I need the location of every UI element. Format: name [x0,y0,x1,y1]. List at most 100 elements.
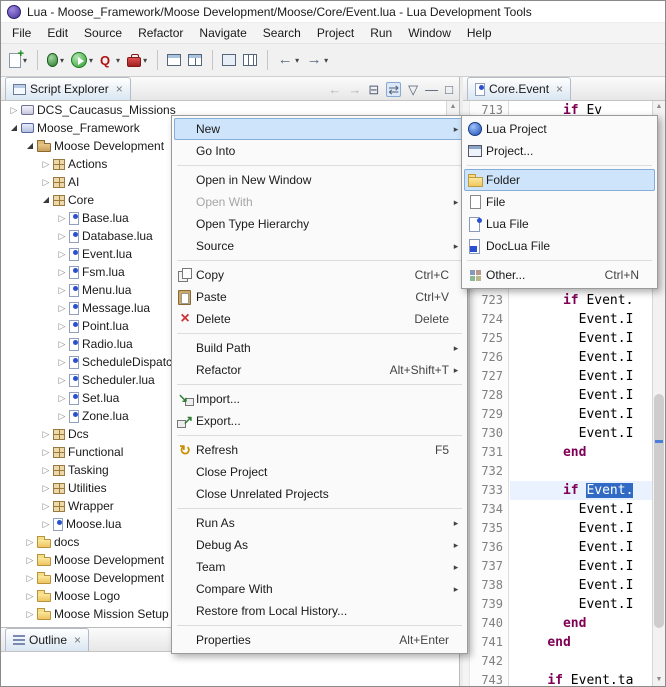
code-line[interactable]: Event.I [510,538,652,557]
menu-navigate[interactable]: Navigate [191,24,254,42]
menu-search[interactable]: Search [255,24,309,42]
code-line[interactable]: if Event.ta [510,671,652,686]
code-line[interactable]: Event.I [510,367,652,386]
dropdown-arrow-icon[interactable]: ▾ [116,56,120,65]
toolbar-external-tools-button[interactable]: ▾ [124,47,150,73]
code-line[interactable]: end [510,633,652,652]
maximize-icon[interactable]: □ [445,83,453,96]
new-submenu-item-lua-project[interactable]: Lua Project [464,118,655,140]
new-submenu-item-other[interactable]: Other...Ctrl+N [464,264,655,286]
line-number[interactable]: 736 [471,538,508,557]
context-menu-item-open-type-hierarchy[interactable]: Open Type Hierarchy [174,213,465,235]
new-submenu-item-doclua-file[interactable]: DocLua File [464,235,655,257]
menu-help[interactable]: Help [459,24,500,42]
toolbar-forward-button[interactable]: ▾ [303,47,331,73]
scrollbar-thumb[interactable] [654,394,664,628]
expand-arrow-icon[interactable]: ▷ [23,538,37,547]
dropdown-arrow-icon[interactable]: ▾ [60,56,64,65]
collapse-all-icon[interactable]: ⊟ [368,83,379,96]
line-number[interactable]: 732 [471,462,508,481]
code-line[interactable] [510,652,652,671]
code-line[interactable] [510,462,652,481]
context-menu-item-new[interactable]: New▸ [174,118,465,140]
menu-file[interactable]: File [4,24,39,42]
toolbar-back-button[interactable]: ▾ [274,47,302,73]
menu-edit[interactable]: Edit [39,24,76,42]
menu-run[interactable]: Run [362,24,400,42]
expand-arrow-icon[interactable]: ▷ [55,232,69,241]
dropdown-arrow-icon[interactable]: ▾ [89,56,93,65]
line-number[interactable]: 740 [471,614,508,633]
code-line[interactable]: Event.I [510,386,652,405]
expand-arrow-icon[interactable]: ◢ [7,124,21,132]
minimize-icon[interactable]: — [425,83,438,96]
line-number[interactable]: 734 [471,500,508,519]
line-number[interactable]: 728 [471,386,508,405]
expand-arrow-icon[interactable]: ▷ [55,250,69,259]
code-line[interactable]: Event.I [510,329,652,348]
back-icon[interactable]: ← [328,83,341,96]
code-line[interactable]: Event.I [510,576,652,595]
line-number[interactable]: 738 [471,576,508,595]
new-submenu-item-folder[interactable]: Folder [464,169,655,191]
menu-window[interactable]: Window [400,24,459,42]
menu-source[interactable]: Source [76,24,130,42]
expand-arrow-icon[interactable]: ▷ [7,106,21,115]
expand-arrow-icon[interactable]: ▷ [23,574,37,583]
expand-arrow-icon[interactable]: ▷ [39,484,53,493]
forward-icon[interactable]: → [348,83,361,96]
expand-arrow-icon[interactable]: ▷ [23,556,37,565]
code-line[interactable]: Event.I [510,500,652,519]
line-number[interactable]: 726 [471,348,508,367]
expand-arrow-icon[interactable]: ◢ [39,196,53,204]
expand-arrow-icon[interactable]: ▷ [55,376,69,385]
expand-arrow-icon[interactable]: ▷ [55,286,69,295]
expand-arrow-icon[interactable]: ▷ [39,160,53,169]
code-line[interactable]: Event.I [510,310,652,329]
toolbar-view-table-button[interactable] [185,47,205,73]
expand-arrow-icon[interactable]: ▷ [23,592,37,601]
scroll-down-icon[interactable]: ▼ [653,674,665,686]
expand-arrow-icon[interactable]: ◢ [23,142,37,150]
context-menu-item-export[interactable]: Export... [174,410,465,432]
dropdown-arrow-icon[interactable]: ▾ [295,56,299,65]
dropdown-arrow-icon[interactable]: ▾ [143,56,147,65]
expand-arrow-icon[interactable]: ▷ [55,358,69,367]
context-menu-item-source[interactable]: Source▸ [174,235,465,257]
line-number[interactable]: 723 [471,291,508,310]
context-menu-item-paste[interactable]: PasteCtrl+V [174,286,465,308]
context-menu-item-team[interactable]: Team▸ [174,556,465,578]
expand-arrow-icon[interactable]: ▷ [39,502,53,511]
context-menu-item-delete[interactable]: DeleteDelete [174,308,465,330]
close-icon[interactable]: × [556,83,563,95]
close-icon[interactable]: × [74,634,81,646]
expand-arrow-icon[interactable]: ▷ [39,448,53,457]
context-menu-item-open-with[interactable]: Open With▸ [174,191,465,213]
new-submenu-item-lua-file[interactable]: Lua File [464,213,655,235]
expand-arrow-icon[interactable]: ▷ [55,322,69,331]
context-menu-item-open-in-new-window[interactable]: Open in New Window [174,169,465,191]
line-number[interactable]: 729 [471,405,508,424]
dropdown-arrow-icon[interactable]: ▾ [324,56,328,65]
expand-arrow-icon[interactable]: ▷ [55,268,69,277]
line-number[interactable]: 737 [471,557,508,576]
context-menu-item-build-path[interactable]: Build Path▸ [174,337,465,359]
scroll-up-icon[interactable]: ▲ [653,101,665,113]
expand-arrow-icon[interactable]: ▷ [39,430,53,439]
toolbar-debug-button[interactable]: ▾ [44,47,67,73]
code-line[interactable]: end [510,443,652,462]
code-line[interactable]: end [510,614,652,633]
new-submenu-item-file[interactable]: File [464,191,655,213]
line-number[interactable]: 733 [471,481,508,500]
line-number[interactable]: 741 [471,633,508,652]
close-icon[interactable]: × [116,83,123,95]
tab-core-event[interactable]: Core.Event × [467,77,571,100]
menu-refactor[interactable]: Refactor [130,24,191,42]
link-with-editor-icon[interactable]: ⇄ [386,82,401,97]
context-menu-item-restore-from-local-history[interactable]: Restore from Local History... [174,600,465,622]
context-menu-item-go-into[interactable]: Go Into [174,140,465,162]
tab-outline[interactable]: Outline × [5,628,89,651]
context-menu-item-compare-with[interactable]: Compare With▸ [174,578,465,600]
line-number[interactable]: 727 [471,367,508,386]
code-line[interactable]: if Event. [510,291,652,310]
